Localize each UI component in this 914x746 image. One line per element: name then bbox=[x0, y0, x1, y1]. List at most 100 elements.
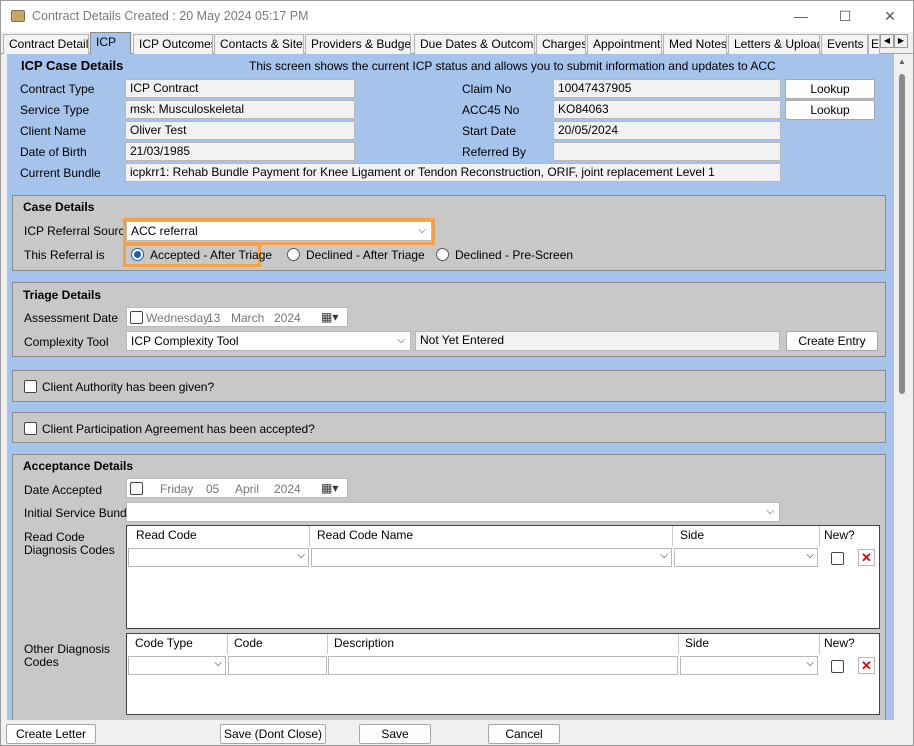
accepted-weekday: Friday bbox=[160, 482, 194, 496]
tab-scroll-left-button[interactable]: ◀ bbox=[880, 34, 894, 48]
contract-type-field: ICP Contract bbox=[125, 79, 355, 98]
referral-source-select[interactable]: ACC referral ⌵ bbox=[126, 221, 432, 241]
close-button[interactable]: ✕ bbox=[870, 5, 910, 27]
assessment-date-picker[interactable]: Wednesday 13 March 2024 ▦▾ bbox=[126, 307, 348, 327]
read-code-label-2: Diagnosis Codes bbox=[24, 543, 115, 557]
declined-after-triage-radio[interactable] bbox=[287, 248, 300, 261]
description-input[interactable] bbox=[328, 656, 678, 675]
code-type-select[interactable]: ⌵ bbox=[128, 656, 226, 675]
date-accepted-picker[interactable]: Friday 05 April 2024 ▦▾ bbox=[126, 478, 348, 498]
chevron-down-icon: ⌵ bbox=[397, 335, 405, 346]
description-header: Description bbox=[334, 636, 395, 650]
participation-agreement-section: Client Participation Agreement has been … bbox=[12, 412, 886, 443]
assessment-day: 13 bbox=[207, 311, 221, 325]
referred-by-field bbox=[553, 142, 781, 161]
contract-details-window: Contract Details Created : 20 May 2024 0… bbox=[0, 0, 914, 746]
column-separator bbox=[678, 634, 679, 654]
declined-pre-screen-radio[interactable] bbox=[436, 248, 449, 261]
tab-contract-details[interactable]: Contract Details bbox=[3, 34, 89, 54]
client-authority-checkbox[interactable] bbox=[24, 380, 37, 393]
date-of-birth-label: Date of Birth bbox=[20, 145, 87, 159]
other-diagnosis-grid: Code Type Code Description Side New? ⌵ ⌵… bbox=[126, 633, 880, 715]
assessment-date-label: Assessment Date bbox=[24, 311, 119, 325]
acceptance-details-section: Acceptance Details Date Accepted Friday … bbox=[12, 454, 886, 720]
accepted-after-triage-radio[interactable] bbox=[131, 248, 144, 261]
window-title: Contract Details Created : 20 May 2024 0… bbox=[32, 9, 309, 23]
accepted-year: 2024 bbox=[274, 482, 301, 496]
accepted-after-triage-label: Accepted - After Triage bbox=[150, 248, 273, 262]
read-new-checkbox[interactable] bbox=[831, 552, 844, 565]
claim-no-label: Claim No bbox=[462, 82, 512, 96]
create-letter-button[interactable]: Create Letter bbox=[6, 724, 96, 744]
vertical-scrollbar[interactable]: ▲ bbox=[894, 54, 911, 720]
new-header: New? bbox=[824, 528, 855, 542]
declined-after-triage-label: Declined - After Triage bbox=[306, 248, 425, 262]
tab-appointments[interactable]: Appointments bbox=[587, 34, 662, 54]
accepted-day: 05 bbox=[206, 482, 220, 496]
tab-contacts-sites[interactable]: Contacts & Sites bbox=[214, 34, 304, 54]
column-separator bbox=[309, 526, 310, 546]
read-code-select[interactable]: ⌵ bbox=[128, 548, 309, 567]
tab-scroll-right-button[interactable]: ▶ bbox=[894, 34, 908, 48]
participation-agreement-checkbox[interactable] bbox=[24, 422, 37, 435]
calendar-icon[interactable]: ▦▾ bbox=[321, 481, 338, 495]
code-type-header: Code Type bbox=[135, 636, 193, 650]
delete-row-icon[interactable]: ✕ bbox=[858, 549, 875, 566]
tab-providers-budgets[interactable]: Providers & Budgets bbox=[305, 34, 411, 54]
side-header: Side bbox=[680, 528, 705, 542]
tab-charges[interactable]: Charges bbox=[536, 34, 586, 54]
read-code-header: Read Code bbox=[136, 528, 197, 542]
tab-icp[interactable]: ICP bbox=[90, 32, 131, 55]
date-accepted-label: Date Accepted bbox=[24, 483, 103, 497]
create-entry-button[interactable]: Create Entry bbox=[786, 331, 878, 351]
maximize-button[interactable]: ☐ bbox=[825, 5, 865, 27]
code-header: Code bbox=[234, 636, 263, 650]
delete-row-icon[interactable]: ✕ bbox=[858, 657, 875, 674]
date-accepted-checkbox[interactable] bbox=[130, 482, 143, 495]
referral-source-label: ICP Referral Source bbox=[24, 224, 132, 238]
initial-service-bundle-select[interactable]: ⌵ bbox=[126, 502, 780, 522]
start-date-label: Start Date bbox=[462, 124, 517, 138]
claim-no-field: 10047437905 bbox=[553, 79, 781, 98]
read-side-select[interactable]: ⌵ bbox=[674, 548, 818, 567]
icp-tab-content: ICP Case Details This screen shows the c… bbox=[7, 54, 894, 720]
other-new-checkbox[interactable] bbox=[831, 660, 844, 673]
tab-events[interactable]: Events bbox=[821, 34, 868, 54]
cancel-button[interactable]: Cancel bbox=[488, 724, 560, 744]
claim-lookup-button[interactable]: Lookup bbox=[785, 79, 875, 99]
scroll-thumb[interactable] bbox=[899, 74, 905, 394]
acc45-lookup-button[interactable]: Lookup bbox=[785, 100, 875, 120]
initial-service-bundle-label: Initial Service Bundle bbox=[24, 506, 137, 520]
client-authority-label: Client Authority has been given? bbox=[42, 380, 215, 394]
tab-bar: Contract Details ICP ICP Outcomes Contac… bbox=[1, 32, 913, 55]
read-code-name-select[interactable]: ⌵ bbox=[311, 548, 672, 567]
triage-details-heading: Triage Details bbox=[23, 288, 102, 302]
column-separator bbox=[227, 634, 228, 654]
scroll-up-icon[interactable]: ▲ bbox=[898, 57, 906, 66]
tab-letters-uploads[interactable]: Letters & Uploads bbox=[728, 34, 820, 54]
tab-e-truncated[interactable]: E bbox=[868, 34, 880, 54]
chevron-down-icon: ⌵ bbox=[418, 225, 426, 236]
other-side-select[interactable]: ⌵ bbox=[680, 656, 818, 675]
bottom-button-bar: Create Letter Save (Dont Close) Save Can… bbox=[1, 720, 913, 745]
declined-pre-screen-label: Declined - Pre-Screen bbox=[455, 248, 574, 262]
tab-med-notes[interactable]: Med Notes bbox=[663, 34, 727, 54]
minimize-button[interactable]: — bbox=[781, 5, 821, 27]
tab-due-dates-outcomes[interactable]: Due Dates & Outcomes bbox=[414, 34, 535, 54]
assessment-weekday: Wednesday bbox=[146, 311, 210, 325]
other-side-header: Side bbox=[685, 636, 710, 650]
complexity-tool-label: Complexity Tool bbox=[24, 335, 109, 349]
acceptance-details-heading: Acceptance Details bbox=[23, 459, 134, 473]
save-dont-close-button[interactable]: Save (Dont Close) bbox=[220, 724, 326, 744]
code-input[interactable] bbox=[228, 656, 327, 675]
case-details-heading: Case Details bbox=[23, 200, 95, 214]
assessment-year: 2024 bbox=[274, 311, 301, 325]
client-authority-section: Client Authority has been given? bbox=[12, 370, 886, 402]
assessment-date-checkbox[interactable] bbox=[130, 311, 143, 324]
tab-icp-outcomes[interactable]: ICP Outcomes bbox=[133, 34, 213, 54]
calendar-icon[interactable]: ▦▾ bbox=[321, 310, 338, 324]
column-separator bbox=[327, 634, 328, 654]
complexity-tool-select[interactable]: ICP Complexity Tool ⌵ bbox=[126, 331, 411, 351]
icp-case-details-heading: ICP Case Details bbox=[21, 58, 124, 73]
save-button[interactable]: Save bbox=[359, 724, 431, 744]
